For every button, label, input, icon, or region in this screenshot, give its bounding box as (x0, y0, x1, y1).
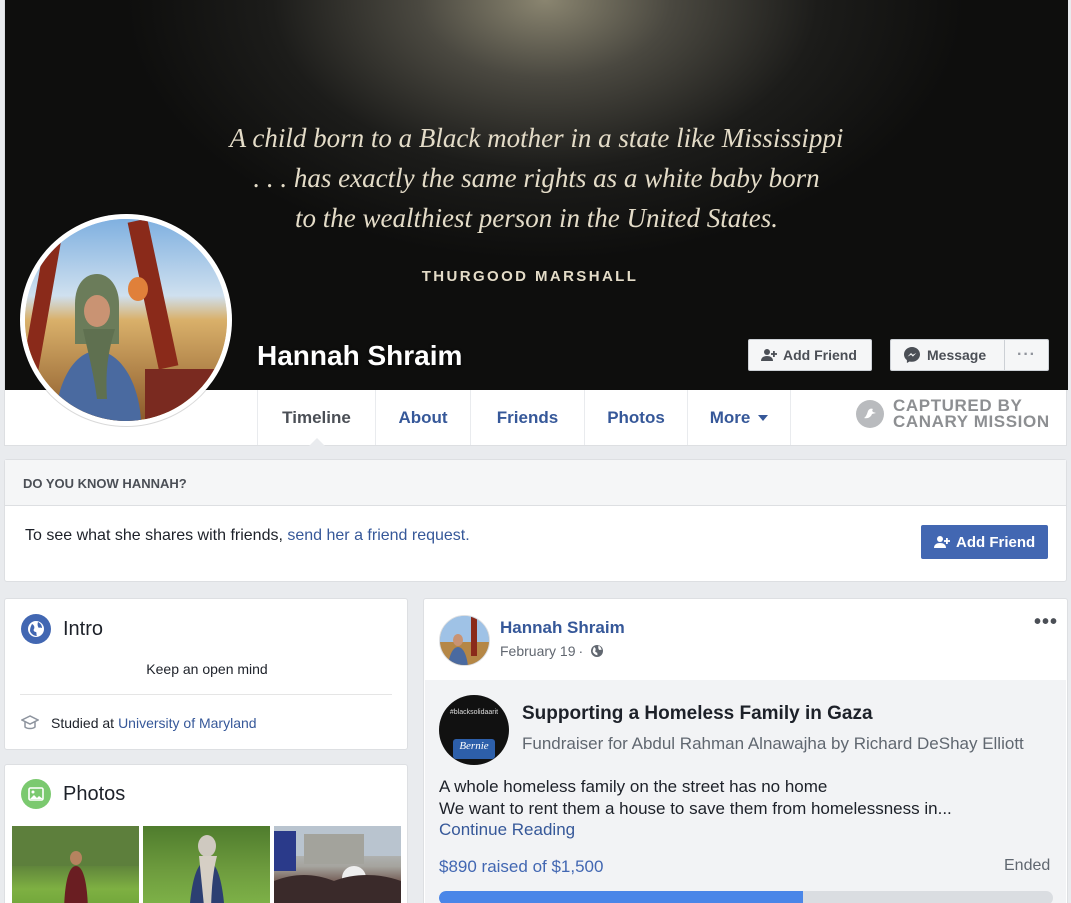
fundraiser-subtitle: Fundraiser for Abdul Rahman Alnawajha by… (522, 734, 1024, 753)
fundraiser-image: #blacksolidaarit Bernie (439, 695, 509, 765)
cover-quote: A child born to a Black mother in a stat… (5, 118, 1068, 238)
add-friend-button[interactable]: Add Friend (748, 339, 872, 371)
meta-separator: · (578, 643, 584, 659)
do-you-know-text: To see what she shares with friends, sen… (25, 527, 470, 545)
photos-title: Photos (21, 779, 125, 809)
tab-friends[interactable]: Friends (470, 390, 584, 445)
photo-thumbnail[interactable] (12, 826, 139, 903)
tab-label: About (398, 407, 448, 427)
do-you-know-text-prefix: To see what she shares with friends, (25, 527, 288, 544)
post-date[interactable]: February 19 (500, 643, 575, 659)
post-author-avatar[interactable] (439, 615, 490, 666)
message-label: Message (927, 347, 987, 363)
photo-thumbnail[interactable] (143, 826, 270, 903)
photo-thumbnail[interactable] (274, 826, 401, 903)
add-friend-label: Add Friend (956, 533, 1036, 551)
tab-timeline[interactable]: Timeline (257, 390, 375, 446)
globe-icon (21, 614, 51, 644)
cover-quote-line: A child born to a Black mother in a stat… (229, 123, 844, 153)
post-meta: February 19 · (500, 643, 604, 659)
fundraiser-progress-fill (439, 891, 804, 903)
tab-about[interactable]: About (375, 390, 470, 445)
tab-label: Timeline (282, 407, 351, 427)
cover-quote-line: . . . has exactly the same rights as a w… (253, 163, 820, 193)
fundraiser-description-line: We want to rent them a house to save the… (439, 799, 952, 818)
profile-tabs: Timeline About Friends Photos More (257, 390, 791, 446)
profile-more-button[interactable]: ··· (1004, 339, 1049, 371)
photos-card: Photos (4, 764, 408, 903)
post-author-name[interactable]: Hannah Shraim (500, 618, 625, 638)
intro-education: Studied at University of Maryland (21, 715, 257, 731)
intro-title: Intro (21, 614, 103, 644)
profile-picture[interactable] (20, 214, 232, 426)
fundraiser-raised: $890 raised of $1,500 (439, 857, 604, 876)
tab-label: Friends (496, 407, 559, 427)
fundraiser-description: A whole homeless family on the street ha… (439, 776, 952, 820)
fundraiser-image-tag: #blacksolidaarit (449, 709, 499, 716)
fundraiser-title[interactable]: Supporting a Homeless Family in Gaza (522, 703, 873, 725)
watermark-line: CANARY MISSION (893, 412, 1050, 431)
fundraiser-image-badge: Bernie (453, 739, 495, 759)
add-friend-icon (761, 349, 777, 361)
school-link[interactable]: University of Maryland (118, 715, 257, 731)
tab-photos[interactable]: Photos (584, 390, 687, 445)
intro-bio: Keep an open mind (146, 661, 268, 677)
message-button[interactable]: Message (890, 339, 1005, 371)
messenger-icon (904, 347, 920, 363)
do-you-know-card: DO YOU KNOW HANNAH? To see what she shar… (4, 459, 1067, 582)
add-friend-label: Add Friend (783, 347, 857, 363)
photos-title-text: Photos (63, 782, 126, 805)
add-friend-button-secondary[interactable]: Add Friend (921, 525, 1048, 559)
canary-icon (856, 400, 884, 428)
graduation-cap-icon (21, 715, 39, 730)
tab-more[interactable]: More (687, 390, 791, 445)
add-friend-icon (934, 536, 950, 548)
fundraiser-description-line: A whole homeless family on the street ha… (439, 777, 828, 796)
tab-label: Photos (607, 407, 665, 427)
continue-reading-link[interactable]: Continue Reading (439, 820, 575, 840)
intro-card: Intro Keep an open mind Studied at Unive… (4, 598, 408, 750)
post-options-button[interactable]: ••• (1034, 611, 1058, 634)
education-prefix: Studied at (51, 715, 115, 731)
post-card: Hannah Shraim February 19 · ••• #blackso… (423, 598, 1068, 903)
fundraiser-progress-bar (439, 891, 1053, 903)
canary-mission-watermark: CAPTURED BY CANARY MISSION (855, 397, 1050, 431)
more-dots-icon: ··· (1017, 346, 1036, 363)
caret-down-icon (758, 414, 769, 421)
intro-title-text: Intro (63, 617, 104, 640)
tab-label: More (709, 407, 751, 427)
profile-name[interactable]: Hannah Shraim (257, 340, 462, 372)
globe-icon (591, 645, 604, 657)
divider (20, 694, 392, 695)
profile-photo-illustration (25, 219, 227, 421)
do-you-know-heading: DO YOU KNOW HANNAH? (5, 460, 1066, 506)
fundraiser-attachment[interactable]: #blacksolidaarit Bernie Supporting a Hom… (425, 680, 1066, 903)
photo-icon (21, 779, 51, 809)
send-friend-request-link[interactable]: send her a friend request. (287, 527, 469, 544)
fundraiser-status: Ended (1004, 857, 1051, 874)
